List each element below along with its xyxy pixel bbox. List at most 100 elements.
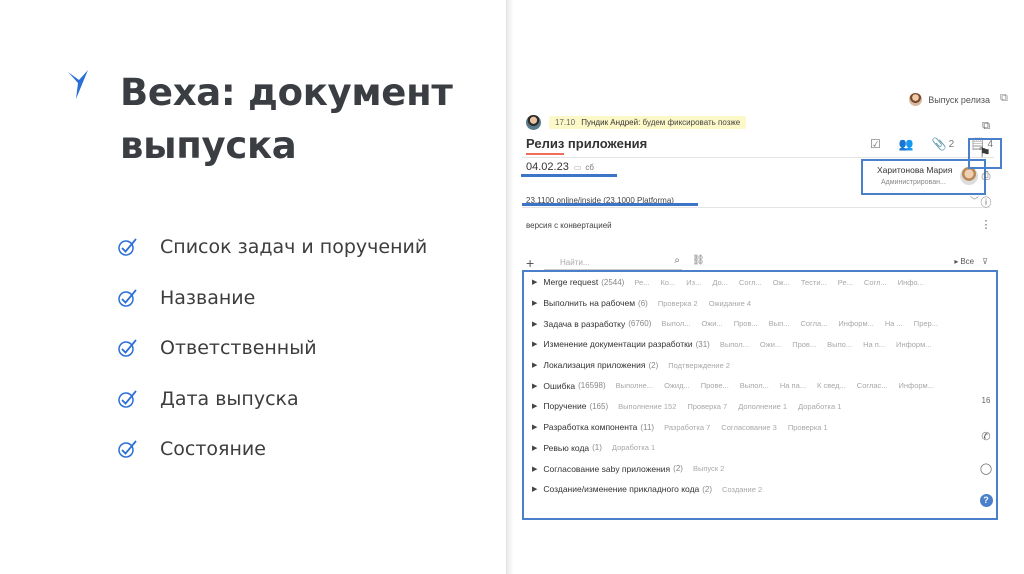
task-status-chip[interactable]: Проверка 7	[687, 402, 727, 411]
attachments-button[interactable]: 📎 2	[932, 137, 955, 151]
task-group-row[interactable]: ▶ Ревью кода (1) Доработка 1	[524, 438, 996, 459]
comment-time: 17.10	[555, 118, 576, 127]
comment-bubble[interactable]: 17.10 Пундик Андрей: будем фиксировать п…	[549, 116, 747, 129]
task-group-row[interactable]: ▶ Выполнить на рабочем (6) Проверка 2 Ожидан…	[524, 293, 996, 314]
task-group-row[interactable]: ▶ Изменение документации разработки (31) Вы…	[524, 334, 996, 355]
task-group-row[interactable]: ▶ Разработка компонента (11) Разработка 7 Со…	[524, 417, 996, 438]
task-status-chip[interactable]: Пров...	[792, 340, 816, 349]
search-input[interactable]: Найти... ⌕	[544, 255, 682, 270]
expand-arrow-icon[interactable]: ▶	[532, 299, 537, 307]
task-status-chip[interactable]: Ре...	[838, 278, 853, 287]
task-group-row[interactable]: ▶ Согласование saby приложения (2) Выпуск 2	[524, 458, 996, 479]
expand-arrow-icon[interactable]: ▶	[532, 320, 537, 328]
more-icon[interactable]: ⋮	[970, 218, 1002, 238]
expand-arrow-icon[interactable]: ▶	[532, 382, 537, 390]
task-status-chip[interactable]: Согл...	[864, 278, 887, 287]
chat-icon[interactable]: ◯	[970, 462, 1002, 482]
state-field[interactable]: версия с конвертацией	[526, 221, 612, 230]
task-status-chip[interactable]: Согла...	[800, 319, 827, 328]
task-status-chip[interactable]: Вып...	[769, 319, 790, 328]
task-status-chip[interactable]: Ре...	[634, 278, 649, 287]
task-status-chip[interactable]: Информ...	[899, 381, 934, 390]
phone-icon[interactable]: ✆	[970, 430, 1002, 450]
task-group-row[interactable]: ▶ Локализация приложения (2) Подтверждение …	[524, 355, 996, 376]
task-status-chip[interactable]: На па...	[780, 381, 806, 390]
task-status-chip[interactable]: Ож...	[773, 278, 790, 287]
task-group-row[interactable]: ▶ Merge request (2544) Ре... Ко... Из... До...…	[524, 272, 996, 293]
task-status-chip[interactable]: Выпуск 2	[693, 464, 724, 473]
task-status-chip[interactable]: Выпол...	[720, 340, 749, 349]
task-status-chip[interactable]: Соглас...	[857, 381, 888, 390]
task-group-row[interactable]: ▶ Создание/изменение прикладного кода (2) С…	[524, 479, 996, 500]
feature-item: Ответственный	[116, 323, 427, 374]
release-document-card: Выпуск релиза ⧉ 17.10 Пундик Андрей: буд…	[514, 84, 1024, 574]
task-status-chip[interactable]: Разработка 7	[664, 423, 710, 432]
task-status-chip[interactable]: Ожи...	[701, 319, 722, 328]
task-status-chip[interactable]: Тести...	[801, 278, 827, 287]
task-status-chip[interactable]: Дополнение 1	[738, 402, 787, 411]
task-status-chip[interactable]: Прове...	[701, 381, 729, 390]
separator	[522, 207, 990, 208]
expand-arrow-icon[interactable]: ▶	[532, 340, 537, 348]
help-icon[interactable]: ⓘ	[970, 194, 1002, 214]
question-icon[interactable]: ?	[970, 494, 1002, 514]
task-status-chip[interactable]: Создание 2	[722, 485, 762, 494]
expand-arrow-icon[interactable]: ▶	[532, 402, 537, 410]
task-group-name: Поручение	[543, 401, 587, 412]
task-status-chip[interactable]: На п...	[863, 340, 885, 349]
task-status-chip[interactable]: Проверка 1	[788, 423, 828, 432]
task-status-chip[interactable]: Выполнение 152	[618, 402, 676, 411]
task-status-chip[interactable]: К свед...	[817, 381, 846, 390]
link-icon[interactable]: ⛓	[692, 255, 705, 266]
expand-arrow-icon[interactable]: ▶	[532, 444, 537, 452]
feature-item: Состояние	[116, 424, 427, 475]
expand-arrow-icon[interactable]: ▶	[532, 485, 537, 493]
expand-arrow-icon[interactable]: ▶	[532, 278, 537, 286]
window-expand-icon[interactable]: ⧉	[1000, 92, 1012, 104]
task-group-row[interactable]: ▶ Ошибка (16598) Выполне... Ожид... Прове... В…	[524, 375, 996, 396]
comment-row: 17.10 Пундик Андрей: будем фиксировать п…	[526, 115, 747, 130]
task-status-chip[interactable]: Согласование 3	[721, 423, 777, 432]
feature-list: Список задач и поручений Название Ответс…	[116, 222, 427, 475]
expand-arrow-icon[interactable]: ▶	[532, 423, 537, 431]
task-status-chip[interactable]: Инфо...	[898, 278, 924, 287]
release-date[interactable]: 04.02.23 ▭ сб	[526, 161, 594, 173]
expand-arrow-icon[interactable]: ▶	[532, 465, 537, 473]
task-status-chip[interactable]: Подтверждение 2	[668, 361, 730, 370]
task-status-chip[interactable]: Проверка 2	[658, 299, 698, 308]
task-status-chip[interactable]: Выпол...	[740, 381, 769, 390]
task-status-chip[interactable]: Выпол...	[661, 319, 690, 328]
expand-arrow-icon[interactable]: ▶	[532, 361, 537, 369]
participants-button[interactable]: 👥	[899, 137, 916, 151]
task-status-chip[interactable]: Пров...	[734, 319, 758, 328]
task-status-chip[interactable]: Доработка 1	[612, 443, 655, 452]
search-icon[interactable]: ⌕	[674, 255, 680, 266]
window-icon[interactable]: ⧉	[970, 120, 1002, 140]
task-status-chip[interactable]: Выполне...	[616, 381, 653, 390]
print-icon[interactable]: ⎙	[970, 170, 1002, 190]
task-status-chip[interactable]: Информ...	[838, 319, 873, 328]
task-group-count: (6760)	[628, 319, 652, 329]
task-status-chip[interactable]: Ожидание 4	[709, 299, 751, 308]
task-status-chip[interactable]: Из...	[686, 278, 701, 287]
slide-panel: Веха: документ выпуска Список задач и по…	[0, 0, 505, 574]
task-group-row[interactable]: ▶ Поручение (165) Выполнение 152 Проверка 7 Д…	[524, 396, 996, 417]
task-status-chip[interactable]: Ко...	[660, 278, 675, 287]
task-status-chip[interactable]: Ожид...	[664, 381, 690, 390]
add-icon[interactable]: +	[526, 256, 534, 270]
task-status-chip[interactable]: Ожи...	[760, 340, 781, 349]
task-status-chip[interactable]: Выпо...	[827, 340, 852, 349]
release-button[interactable]: Выпуск релиза	[909, 93, 990, 106]
milestone-icon[interactable]: ⚑	[968, 138, 1002, 169]
task-status-chip[interactable]: До...	[712, 278, 728, 287]
task-status-chip[interactable]: Прер...	[914, 319, 938, 328]
release-weekday: сб	[585, 162, 594, 172]
calendar-day-icon[interactable]: 16	[970, 396, 1002, 416]
task-check-button[interactable]: ☑	[870, 137, 883, 151]
task-status-chip[interactable]: Информ...	[896, 340, 931, 349]
task-status-chip[interactable]: Согл...	[739, 278, 762, 287]
task-status-chip[interactable]: На ...	[885, 319, 903, 328]
task-status-chip[interactable]: Доработка 1	[798, 402, 841, 411]
task-group-name: Выполнить на рабочем	[543, 298, 636, 309]
task-group-row[interactable]: ▶ Задача в разработку (6760) Выпол... Ожи...…	[524, 313, 996, 334]
